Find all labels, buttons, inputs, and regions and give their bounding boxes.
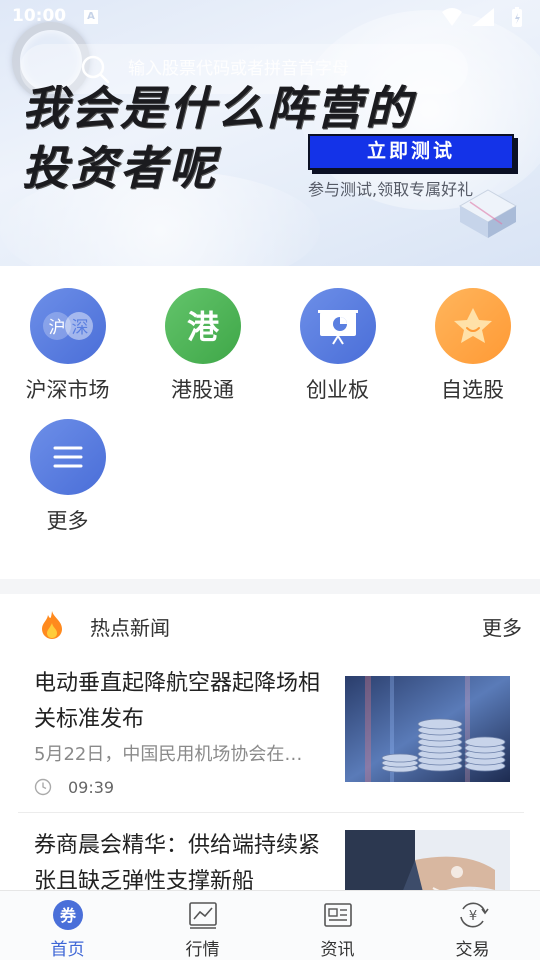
promo-banner[interactable]: 10:00 A 我会是什么阵营的 投资者呢 立即测试 参与测试,领取专属好礼 (0, 0, 540, 266)
test-now-button[interactable]: 立即测试 (308, 134, 514, 170)
quick-entry-more[interactable]: 更多 (0, 397, 135, 533)
news-more-link[interactable]: 更多 (482, 612, 522, 641)
quick-entry-label: 创业板 (306, 378, 369, 402)
svg-text:港: 港 (187, 308, 220, 346)
news-header: 热点新闻 更多 (0, 594, 540, 656)
divider (18, 812, 524, 813)
article-title: 电动垂直起降航空器起降场相关标准发布 (34, 671, 321, 732)
article-time: 09:39 (68, 778, 115, 797)
hot-news-section: 热点新闻 更多 电动垂直起降航空器起降场相关标准发布 5月22日，中国民用机场协… (0, 594, 540, 890)
fire-icon (42, 611, 62, 639)
quick-entry-grid: 沪 深 沪深市场 港 港股通 创业板 自选股 更多 (0, 266, 540, 579)
signal-icon (472, 8, 494, 26)
trade-icon: ¥ (460, 902, 489, 928)
svg-text:沪: 沪 (49, 318, 66, 338)
home-icon: 券 (53, 900, 83, 930)
status-bar: 10:00 A (0, 0, 540, 36)
hushen-icon: 沪 深 (30, 288, 106, 364)
quick-entry-label: 更多 (46, 509, 89, 533)
banner-subtitle: 参与测试,领取专属好礼 (308, 180, 474, 199)
tab-news[interactable]: 资讯 (270, 891, 405, 960)
bottom-nav: 券 首页 行情 资讯 ¥ 交易 (0, 890, 540, 960)
article-thumbnail-coins (345, 676, 510, 782)
menu-icon (30, 419, 106, 495)
quick-entry-label: 港股通 (171, 378, 234, 402)
news-article[interactable]: 券商晨会精华：供给端持续紧张且缺乏弹性支撑新船 (18, 828, 524, 890)
clock-icon (34, 778, 52, 796)
tab-label: 资讯 (320, 940, 355, 960)
news-icon (324, 903, 352, 927)
wifi-icon (442, 8, 462, 26)
tab-market[interactable]: 行情 (135, 891, 270, 960)
hk-icon: 港 (165, 288, 241, 364)
chart-board-icon (300, 288, 376, 364)
article-summary: 5月22日，中国民用机场协会在… (34, 744, 303, 765)
banner-headline: 我会是什么阵营的 (22, 81, 414, 135)
tab-trade[interactable]: ¥ 交易 (405, 891, 540, 960)
quick-entry-hk[interactable]: 港 港股通 (135, 266, 270, 402)
quick-entry-hushen[interactable]: 沪 深 沪深市场 (0, 266, 135, 402)
tab-label: 行情 (185, 940, 220, 960)
article-title: 券商晨会精华：供给端持续紧张且缺乏弹性支撑新船 (34, 833, 321, 890)
svg-text:深: 深 (72, 318, 89, 338)
status-icons (442, 7, 522, 27)
news-article[interactable]: 电动垂直起降航空器起降场相关标准发布 5月22日，中国民用机场协会在… 09:3… (18, 666, 524, 812)
svg-text:券: 券 (59, 906, 77, 925)
quick-entry-label: 自选股 (441, 378, 504, 402)
star-icon (435, 288, 511, 364)
news-section-title: 热点新闻 (90, 616, 170, 640)
notification-icon: A (84, 10, 98, 24)
quick-entry-chinext[interactable]: 创业板 (270, 266, 405, 402)
tab-label: 交易 (455, 940, 490, 960)
tab-home[interactable]: 券 首页 (0, 891, 135, 960)
svg-text:¥: ¥ (469, 909, 477, 924)
article-thumbnail-business (345, 830, 510, 890)
quick-entry-watchlist[interactable]: 自选股 (405, 266, 540, 402)
market-icon (189, 902, 217, 929)
tab-label: 首页 (50, 940, 85, 960)
status-time: 10:00 (12, 6, 67, 26)
banner-headline-2: 投资者呢 (22, 141, 218, 195)
